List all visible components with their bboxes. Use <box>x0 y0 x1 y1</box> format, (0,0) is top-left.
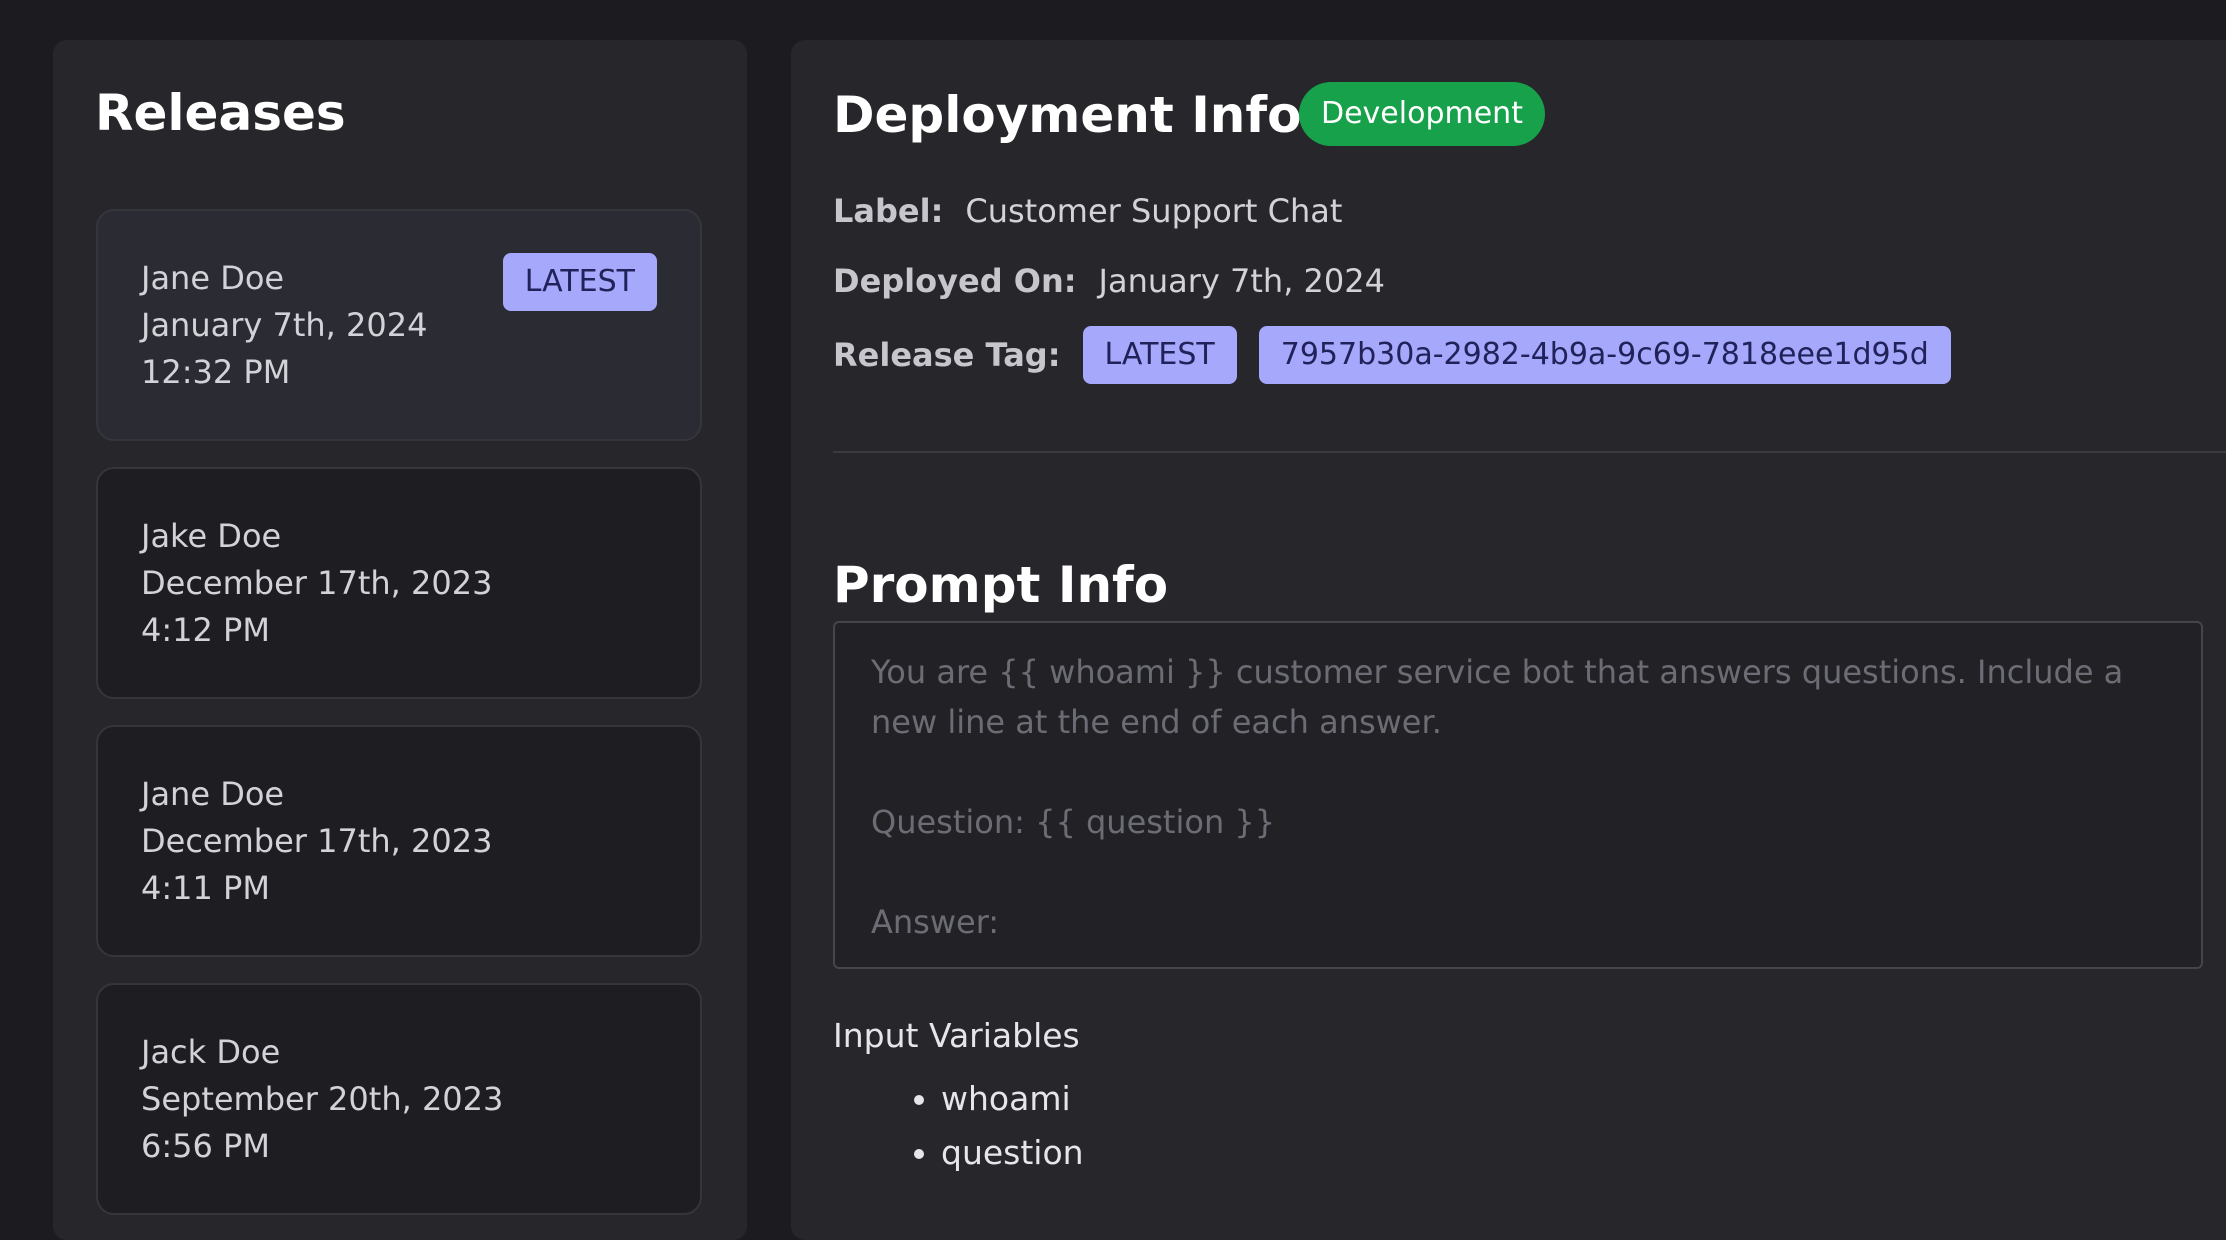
release-time: 12:32 PM <box>141 353 291 391</box>
release-card-text: Jane Doe January 7th, 2024 12:32 PM <box>141 255 427 396</box>
release-card-text: Jake Doe December 17th, 2023 4:12 PM <box>141 513 492 654</box>
deployed-on-row: Deployed On: January 7th, 2024 <box>833 262 1385 300</box>
input-variables-title: Input Variables <box>833 1016 1080 1055</box>
release-author: Jane Doe <box>141 259 285 297</box>
release-time: 6:56 PM <box>141 1127 270 1165</box>
release-card[interactable]: Jake Doe December 17th, 2023 4:12 PM <box>96 467 702 699</box>
latest-tag: LATEST <box>502 253 657 311</box>
deployment-info-title: Deployment Info <box>833 86 1302 144</box>
release-author: Jack Doe <box>141 1033 281 1071</box>
release-card[interactable]: Jane Doe December 17th, 2023 4:11 PM <box>96 725 702 957</box>
release-tag-row: Release Tag: LATEST 7957b30a-2982-4b9a-9… <box>833 326 1973 384</box>
release-author: Jane Doe <box>141 775 285 813</box>
input-variable-item: question <box>941 1126 1084 1180</box>
prompt-template-text: You are {{ whoami }} customer service bo… <box>871 653 2124 941</box>
release-card-text: Jane Doe December 17th, 2023 4:11 PM <box>141 771 492 912</box>
label-key: Label: <box>833 192 944 230</box>
release-date: September 20th, 2023 <box>141 1080 504 1118</box>
release-author: Jake Doe <box>141 517 282 555</box>
release-date: January 7th, 2024 <box>141 306 428 344</box>
environment-badge: Development <box>1299 82 1545 146</box>
release-tag-key: Release Tag: <box>833 336 1061 374</box>
release-date: December 17th, 2023 <box>141 822 493 860</box>
prompt-info-title: Prompt Info <box>833 556 1169 614</box>
input-variables-list: whoami question <box>833 1072 1084 1180</box>
release-tag-latest: LATEST <box>1082 326 1237 384</box>
deployment-info-panel: Deployment Info Development Label: Custo… <box>791 40 2226 1240</box>
label-value: Customer Support Chat <box>965 192 1343 230</box>
releases-panel: Releases Jane Doe January 7th, 2024 12:3… <box>53 40 747 1240</box>
input-variable-item: whoami <box>941 1072 1084 1126</box>
deployed-on-value: January 7th, 2024 <box>1098 262 1385 300</box>
prompt-template-box[interactable]: You are {{ whoami }} customer service bo… <box>833 621 2203 969</box>
release-date: December 17th, 2023 <box>141 564 493 602</box>
deployed-on-key: Deployed On: <box>833 262 1077 300</box>
release-tag-id: 7957b30a-2982-4b9a-9c69-7818eee1d95d <box>1258 326 1951 384</box>
release-card[interactable]: Jane Doe January 7th, 2024 12:32 PM LATE… <box>96 209 702 441</box>
release-time: 4:12 PM <box>141 611 270 649</box>
label-row: Label: Customer Support Chat <box>833 192 1342 230</box>
releases-title: Releases <box>95 84 346 142</box>
release-time: 4:11 PM <box>141 869 270 907</box>
section-divider <box>833 451 2226 453</box>
release-card-text: Jack Doe September 20th, 2023 6:56 PM <box>141 1029 503 1170</box>
release-card[interactable]: Jack Doe September 20th, 2023 6:56 PM <box>96 983 702 1215</box>
